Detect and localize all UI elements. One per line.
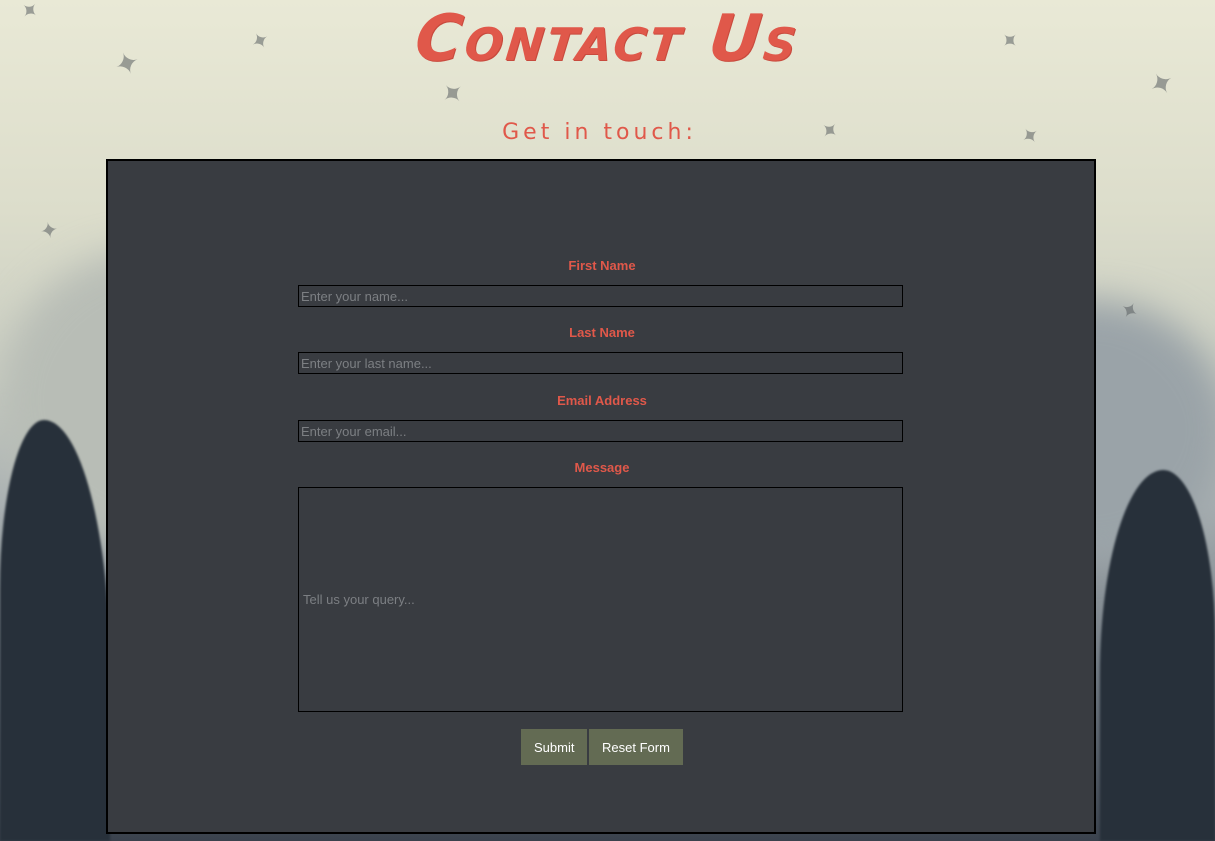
message-label: Message [574,460,630,475]
submit-button[interactable]: Submit [521,729,588,765]
page-subtitle: Get in touch: [502,120,697,145]
bird-icon: ✦ [432,74,472,113]
last-name-label: Last Name [569,325,635,340]
email-input[interactable] [298,420,903,442]
message-textarea[interactable] [298,487,903,712]
first-name-label: First Name [568,258,636,273]
contact-form: First Name Last Name Email Address Messa… [106,159,1096,834]
reset-form-button[interactable]: Reset Form [589,729,683,765]
first-name-input[interactable] [298,285,903,307]
email-label: Email Address [557,393,647,408]
page-title: Contact Us [411,2,804,76]
bird-icon: ✦ [37,216,61,245]
last-name-input[interactable] [298,352,903,374]
